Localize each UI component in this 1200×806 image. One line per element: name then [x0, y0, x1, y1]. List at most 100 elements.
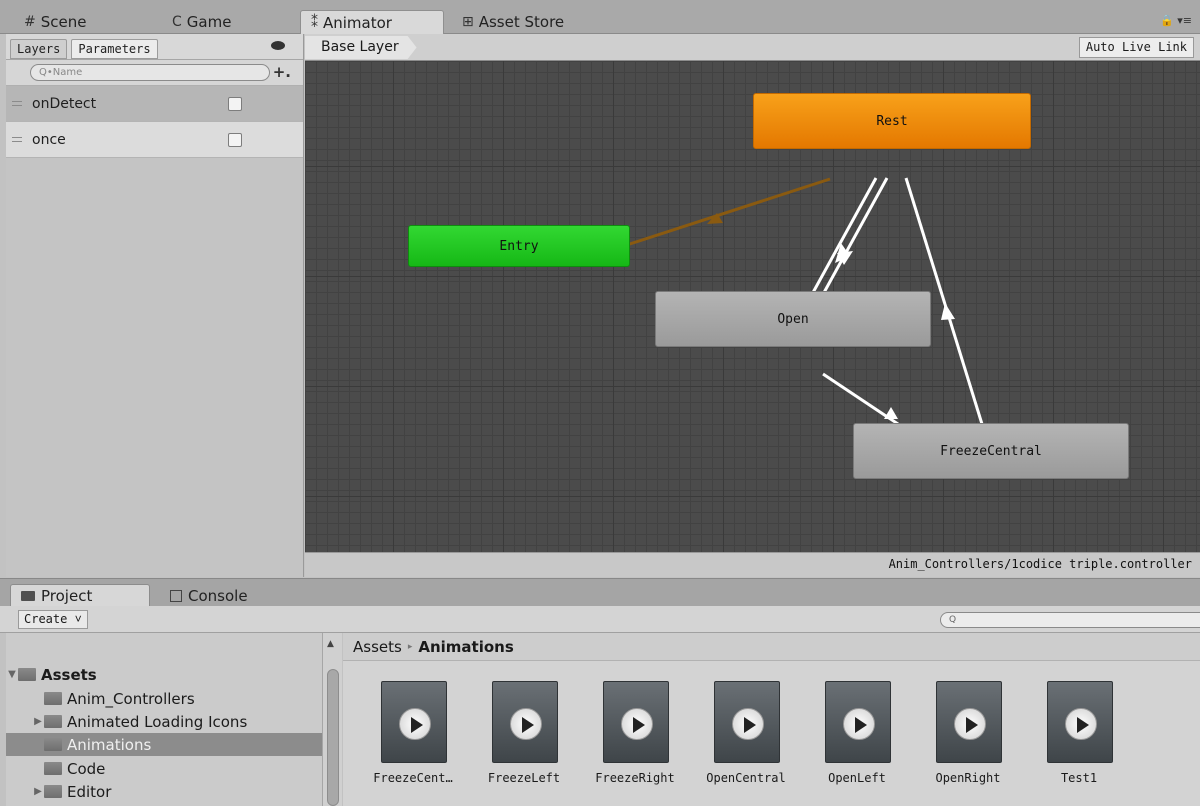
- scene-icon: #: [24, 14, 36, 30]
- tab-parameters[interactable]: Parameters: [71, 38, 158, 59]
- asset-label: OpenCentral: [706, 771, 786, 785]
- graph-footer: Anim_Controllers/1codice triple.controll…: [305, 552, 1200, 577]
- tab-asset-store-label: Asset Store: [478, 13, 565, 31]
- tree-item-label: Assets: [41, 665, 97, 684]
- assets-pane: Assets ▸ Animations FreezeCent… FreezeLe…: [343, 633, 1200, 806]
- assets-breadcrumb: Assets ▸ Animations: [343, 633, 1200, 661]
- top-tab-bar: # Scene C Game ⁑ Animator ⊞ Asset Store …: [0, 0, 1200, 34]
- layers-parameters-tabs: Layers Parameters: [6, 34, 303, 60]
- expand-arrow-icon[interactable]: ▶: [32, 786, 44, 797]
- transition-arrow-icon: [884, 407, 898, 419]
- play-icon: [621, 708, 653, 740]
- parameter-name: onDetect: [32, 95, 97, 112]
- play-icon: [732, 708, 764, 740]
- animation-asset[interactable]: OpenLeft: [807, 681, 907, 799]
- tab-console-label: Console: [188, 586, 248, 605]
- parameter-checkbox[interactable]: [228, 133, 242, 147]
- play-icon: [1065, 708, 1097, 740]
- animation-clip-icon: [714, 681, 780, 763]
- project-tree: ▼ Assets Anim_Controllers ▶ Animated Loa…: [6, 633, 322, 806]
- tree-item-code[interactable]: Code: [6, 757, 322, 780]
- animation-clip-icon: [936, 681, 1002, 763]
- animation-clip-icon: [381, 681, 447, 763]
- expand-arrow-icon[interactable]: ▼: [6, 669, 18, 680]
- tree-item-assets[interactable]: ▼ Assets: [6, 663, 322, 686]
- folder-icon: [21, 591, 35, 601]
- tree-item-animations[interactable]: Animations: [6, 733, 322, 756]
- animation-asset[interactable]: OpenRight: [918, 681, 1018, 799]
- controller-path: Anim_Controllers/1codice triple.controll…: [888, 557, 1192, 571]
- play-icon: [954, 708, 986, 740]
- scroll-up-icon[interactable]: ▲: [327, 639, 334, 649]
- project-toolbar: Create ˅ Q: [0, 606, 1200, 633]
- tree-scrollbar[interactable]: ▲: [322, 633, 342, 806]
- asset-label: OpenRight: [935, 771, 1001, 785]
- add-parameter-button[interactable]: +.: [273, 63, 291, 81]
- graph-canvas[interactable]: Rest Entry Open FreezeCentral: [305, 61, 1200, 552]
- asset-label: OpenLeft: [828, 771, 886, 785]
- tab-scene-label: Scene: [40, 13, 87, 31]
- graph-header: Base Layer Auto Live Link: [305, 34, 1200, 61]
- breadcrumb-separator-icon: ▸: [407, 641, 413, 652]
- layer-breadcrumb[interactable]: Base Layer: [305, 36, 417, 59]
- parameter-row[interactable]: onDetect: [6, 86, 303, 122]
- animation-clip-icon: [603, 681, 669, 763]
- tree-item-label: Editor: [67, 782, 112, 801]
- tree-item-label: Animations: [67, 735, 152, 754]
- animation-asset[interactable]: OpenCentral: [696, 681, 796, 799]
- project-search-input[interactable]: Q: [940, 612, 1200, 628]
- scroll-thumb[interactable]: [327, 669, 339, 806]
- tree-item-anim-controllers[interactable]: Anim_Controllers: [6, 687, 322, 710]
- parameter-search-input[interactable]: Q•Name: [30, 64, 270, 81]
- animation-clip-icon: [825, 681, 891, 763]
- state-rest[interactable]: Rest: [753, 93, 1031, 149]
- tab-console[interactable]: Console: [160, 584, 258, 607]
- state-entry[interactable]: Entry: [408, 225, 630, 267]
- state-open[interactable]: Open: [655, 291, 931, 347]
- animator-graph: Base Layer Auto Live Link Rest Entry Ope…: [305, 34, 1200, 577]
- game-icon: C: [172, 14, 182, 30]
- tab-project[interactable]: Project: [10, 584, 150, 607]
- play-icon: [510, 708, 542, 740]
- drag-handle-icon[interactable]: [12, 137, 22, 142]
- auto-live-link-button[interactable]: Auto Live Link: [1078, 37, 1194, 58]
- tab-project-label: Project: [41, 587, 93, 605]
- tree-item-animated-loading-icons[interactable]: ▶ Animated Loading Icons: [6, 710, 322, 733]
- create-button[interactable]: Create ˅: [18, 610, 88, 629]
- play-icon: [843, 708, 875, 740]
- asset-store-icon: ⊞: [462, 14, 474, 30]
- bottom-tab-bar: Project Console: [0, 578, 1200, 607]
- eye-icon[interactable]: [271, 41, 285, 50]
- tab-layers[interactable]: Layers: [10, 38, 68, 59]
- asset-label: FreezeRight: [595, 771, 675, 785]
- asset-label: FreezeCent…: [373, 771, 453, 785]
- folder-icon: [44, 738, 62, 751]
- animation-asset[interactable]: FreezeLeft: [474, 681, 574, 799]
- animation-clip-icon: [492, 681, 558, 763]
- tree-item-label: Animated Loading Icons: [67, 712, 248, 731]
- tab-animator[interactable]: ⁑ Animator: [300, 10, 444, 34]
- asset-label: Test1: [1060, 771, 1098, 785]
- drag-handle-icon[interactable]: [12, 101, 22, 106]
- animation-asset[interactable]: FreezeCent…: [363, 681, 463, 799]
- breadcrumb-assets[interactable]: Assets: [353, 638, 402, 656]
- console-icon: [170, 589, 182, 602]
- tab-scene[interactable]: # Scene: [14, 10, 96, 34]
- parameter-checkbox[interactable]: [228, 97, 242, 111]
- state-freeze-central[interactable]: FreezeCentral: [853, 423, 1129, 479]
- animation-clip-icon: [1047, 681, 1113, 763]
- folder-icon: [18, 668, 36, 681]
- parameter-row[interactable]: once: [6, 122, 303, 158]
- breadcrumb-animations[interactable]: Animations: [418, 638, 513, 656]
- parameter-name: once: [32, 131, 66, 148]
- parameter-search-row: Q•Name +.: [6, 60, 303, 86]
- tab-asset-store[interactable]: ⊞ Asset Store: [452, 10, 574, 34]
- tree-item-editor[interactable]: ▶ Editor: [6, 780, 322, 803]
- animation-asset[interactable]: Test1: [1029, 681, 1129, 799]
- expand-arrow-icon[interactable]: ▶: [32, 716, 44, 727]
- animator-icon: ⁑: [311, 14, 318, 31]
- lock-menu-icon[interactable]: 🔒 ▾≡: [1160, 14, 1192, 27]
- animation-asset[interactable]: FreezeRight: [585, 681, 685, 799]
- tab-game[interactable]: C Game: [162, 10, 241, 34]
- parameters-panel: Layers Parameters Q•Name +. onDetect onc…: [6, 34, 304, 577]
